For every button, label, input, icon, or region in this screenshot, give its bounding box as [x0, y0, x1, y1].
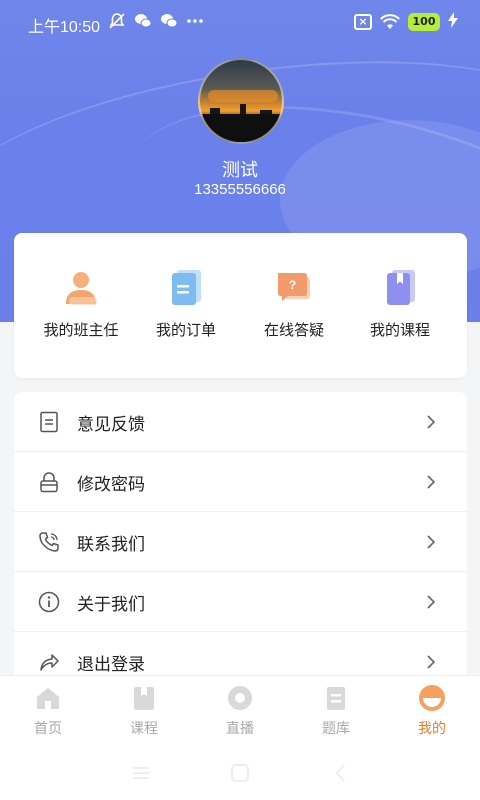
wechat-icon [160, 12, 178, 30]
menu-item-about-us[interactable]: 关于我们 [14, 572, 467, 632]
quick-action-label: 在线答疑 [263, 321, 324, 339]
lock-icon [40, 472, 58, 493]
logout-icon [40, 654, 59, 671]
tab-label: 课程 [130, 721, 158, 737]
menu-item-label: 关于我们 [77, 595, 145, 615]
profile-icon [418, 684, 446, 712]
phone-icon [39, 532, 59, 552]
feedback-icon [40, 411, 58, 433]
chevron-right-icon [427, 415, 436, 429]
quick-action-label: 我的班主任 [43, 321, 119, 339]
menu-item-change-password[interactable]: 修改密码 [14, 452, 467, 512]
tab-courses[interactable]: 课程 [96, 684, 192, 738]
more-notifications-icon [186, 12, 204, 30]
system-navigation-bar [0, 750, 480, 800]
wifi-icon [380, 14, 400, 29]
info-icon [38, 591, 60, 613]
home-button-icon[interactable] [229, 762, 251, 784]
chevron-right-icon [427, 535, 436, 549]
home-icon [34, 684, 62, 712]
chevron-right-icon [427, 655, 436, 669]
wechat-icon [134, 12, 152, 30]
menu-item-contact-us[interactable]: 联系我们 [14, 512, 467, 572]
menu-item-label: 退出登录 [77, 655, 145, 675]
tab-live[interactable]: 直播 [192, 684, 288, 738]
course-icon [380, 267, 420, 307]
charging-icon [448, 12, 458, 32]
quick-actions-card: 我的班主任 我的订单 ? 在线答疑 我的课程 [14, 233, 467, 378]
status-time: 上午10:50 [28, 19, 101, 36]
user-name: 测试 [222, 160, 258, 181]
tab-question-bank[interactable]: 题库 [288, 684, 384, 738]
chevron-right-icon [427, 475, 436, 489]
menu-item-label: 意见反馈 [77, 415, 145, 435]
tab-label: 我的 [418, 721, 446, 737]
question-bank-icon [322, 684, 350, 712]
quick-action-courses[interactable]: 我的课程 [345, 267, 455, 340]
no-sim-icon: × [354, 14, 372, 30]
user-phone: 13355556666 [194, 181, 286, 198]
tab-mine[interactable]: 我的 [384, 684, 480, 738]
mute-icon [108, 12, 126, 30]
live-icon [226, 684, 254, 712]
back-icon[interactable] [330, 762, 352, 784]
quick-action-orders[interactable]: 我的订单 [131, 267, 241, 340]
svg-text:?: ? [289, 278, 296, 292]
teacher-icon [61, 267, 101, 307]
quick-action-online-qa[interactable]: ? 在线答疑 [239, 267, 349, 340]
settings-menu: 意见反馈 修改密码 联系我们 关于我们 退出登录 [14, 392, 467, 692]
bottom-tab-bar: 首页 课程 直播 题库 我的 [0, 675, 480, 750]
tab-label: 首页 [34, 721, 62, 737]
menu-item-feedback[interactable]: 意见反馈 [14, 392, 467, 452]
tab-label: 题库 [322, 721, 350, 737]
menu-item-label: 修改密码 [77, 475, 145, 495]
course-tab-icon [130, 684, 158, 712]
battery-indicator: 100 [408, 13, 440, 31]
quick-action-label: 我的订单 [155, 321, 216, 339]
tab-home[interactable]: 首页 [0, 684, 96, 738]
tab-label: 直播 [226, 721, 254, 737]
avatar[interactable] [198, 58, 284, 144]
menu-item-label: 联系我们 [77, 535, 145, 555]
menu-icon[interactable] [130, 762, 152, 784]
quick-action-teacher[interactable]: 我的班主任 [26, 267, 136, 340]
order-icon [166, 267, 206, 307]
qa-icon: ? [274, 267, 314, 307]
chevron-right-icon [427, 595, 436, 609]
quick-action-label: 我的课程 [369, 321, 430, 339]
status-bar: 上午10:50 × 100 [0, 0, 480, 44]
